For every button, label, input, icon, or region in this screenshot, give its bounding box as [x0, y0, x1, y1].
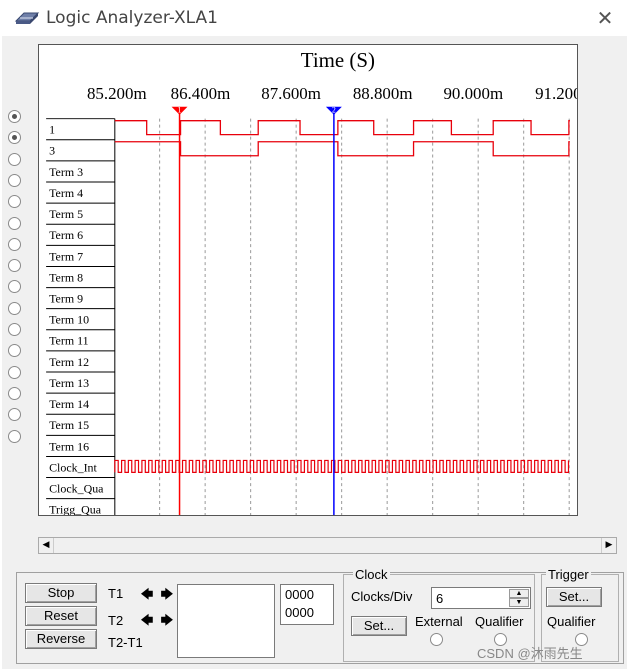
channel-label: 3	[49, 144, 55, 158]
trigger-qualifier-label: Qualifier	[547, 614, 596, 629]
t2-right-arrow-icon[interactable]: 🡆	[160, 613, 174, 627]
scroll-left-icon[interactable]: ◀	[39, 538, 54, 553]
channel-radio[interactable]	[8, 216, 21, 230]
trigger-group-title: Trigger	[546, 567, 591, 582]
channel-radio[interactable]	[8, 237, 21, 251]
channel-radio[interactable]	[8, 365, 21, 379]
channel-label: Term 5	[49, 207, 83, 221]
channel-label: Term 9	[49, 292, 83, 306]
channel-label: Term 7	[49, 249, 83, 263]
channel-label: 1	[49, 123, 55, 137]
t2-value: 0000	[285, 605, 314, 620]
spin-up-icon[interactable]: ▲	[509, 589, 529, 598]
clock-set-button[interactable]: Set...	[351, 616, 407, 636]
channel-label: Trigg_Qua	[49, 503, 102, 516]
t1-right-arrow-icon[interactable]: 🡆	[160, 587, 174, 601]
channel-radio[interactable]	[8, 152, 21, 166]
channel-label: Term 13	[49, 376, 89, 390]
t1-label: T1	[108, 586, 124, 601]
clock-qualifier-label: Qualifier	[475, 614, 524, 629]
channel-label: Clock_Int	[49, 460, 97, 474]
time-tick-label: 86.400m	[171, 84, 231, 103]
time-tick-label: 85.200m	[87, 84, 147, 103]
cursor-t2-label: 2	[332, 106, 336, 115]
t2-t1-label: T2-T1	[108, 635, 143, 650]
t1-left-arrow-icon[interactable]: 🡄	[140, 587, 154, 601]
reset-button[interactable]: Reset	[25, 606, 97, 626]
channel-radio[interactable]	[8, 110, 21, 123]
channel-label: Term 4	[49, 186, 83, 200]
clocks-per-div-label: Clocks/Div	[351, 589, 413, 604]
logic-analyzer-icon	[14, 12, 40, 24]
time-tick-label: 88.800m	[353, 84, 413, 103]
channel-label: Term 10	[49, 313, 89, 327]
time-tick-label: 87.600m	[261, 84, 321, 103]
stop-button[interactable]: Stop	[25, 583, 97, 603]
time-tick-label: 91.200m	[535, 84, 578, 103]
window-title: Logic Analyzer-XLA1	[46, 8, 218, 28]
t2-label: T2	[108, 613, 124, 628]
channel-label: Term 15	[49, 418, 89, 432]
clocks-per-div-spinner[interactable]: 6 ▲ ▼	[431, 587, 531, 609]
clock-group-title: Clock	[353, 567, 390, 582]
reverse-button[interactable]: Reverse	[25, 629, 97, 649]
channel-label: Term 12	[49, 355, 89, 369]
title-bar: Logic Analyzer-XLA1 ✕	[0, 0, 629, 36]
trigger-set-button[interactable]: Set...	[546, 587, 602, 607]
spin-down-icon[interactable]: ▼	[509, 598, 529, 607]
channel-label: Term 14	[49, 397, 89, 411]
horizontal-scrollbar[interactable]: ◀ ▶	[38, 537, 617, 554]
channel-label: Clock_Qua	[49, 481, 104, 495]
channel-radio[interactable]	[8, 386, 21, 400]
cursor-time-box	[177, 584, 275, 658]
channel-radio[interactable]	[8, 301, 21, 315]
channel-3-trace	[114, 141, 570, 157]
channel-label: Term 8	[49, 270, 83, 284]
channel-1-trace	[114, 120, 570, 136]
t2-left-arrow-icon[interactable]: 🡄	[140, 613, 154, 627]
waveform-display: Time (S) 85.200m 86.400m 87.600m 88.800m 90.…	[38, 44, 578, 516]
time-axis-title: Time (S)	[301, 48, 375, 72]
time-tick-label: 90.000m	[443, 84, 503, 103]
channel-label: Term 3	[49, 165, 83, 179]
cursor-value-box: 0000 0000	[280, 584, 334, 625]
clock-int-trace	[114, 459, 570, 473]
close-button[interactable]: ✕	[592, 5, 618, 31]
clock-external-label: External	[415, 614, 463, 629]
channel-label: Term 11	[49, 334, 89, 348]
scroll-right-icon[interactable]: ▶	[601, 538, 616, 553]
clock-external-radio[interactable]	[430, 633, 443, 646]
clocks-per-div-value: 6	[436, 591, 444, 606]
channel-label: Term 6	[49, 228, 83, 242]
channel-radio[interactable]	[8, 173, 21, 187]
channel-radio[interactable]	[8, 323, 21, 336]
channel-radio[interactable]	[8, 259, 21, 273]
watermark: CSDN @沐雨先生	[477, 646, 583, 661]
channel-radio[interactable]	[8, 429, 21, 443]
cursor-t1-label: 1	[178, 106, 182, 115]
channel-label: Term 16	[49, 439, 89, 453]
t1-value: 0000	[285, 587, 314, 602]
